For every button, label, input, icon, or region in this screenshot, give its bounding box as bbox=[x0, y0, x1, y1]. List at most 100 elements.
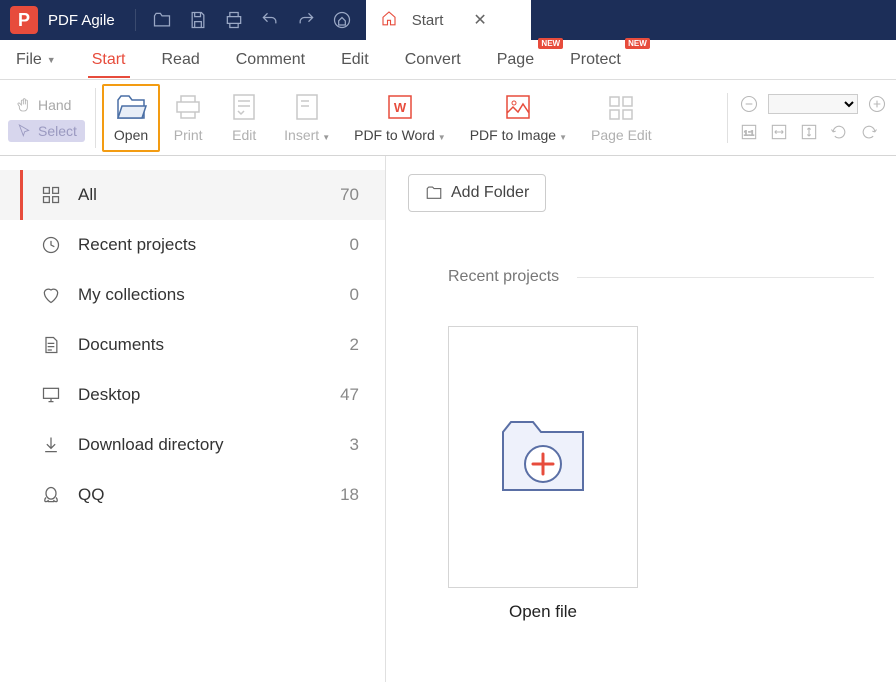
qq-icon bbox=[40, 484, 62, 506]
grid-icon bbox=[40, 184, 62, 206]
app-name: PDF Agile bbox=[48, 12, 115, 29]
sidebar-item-label: All bbox=[78, 185, 340, 205]
rotate-right-icon[interactable] bbox=[858, 121, 880, 143]
image-icon bbox=[502, 93, 534, 121]
download-icon bbox=[40, 434, 62, 456]
open-file-illustration bbox=[448, 326, 638, 588]
menubar: File▼ Start Read Comment Edit Convert Pa… bbox=[0, 40, 896, 80]
menu-comment[interactable]: Comment bbox=[232, 43, 309, 77]
edit-doc-icon bbox=[228, 93, 260, 121]
redo-icon[interactable] bbox=[294, 8, 318, 32]
select-label: Select bbox=[38, 123, 77, 139]
folder-plus-icon bbox=[425, 184, 443, 202]
home-icon bbox=[380, 9, 398, 31]
print-button[interactable]: Print bbox=[160, 84, 216, 152]
sidebar-item-label: My collections bbox=[78, 285, 350, 305]
start-tab[interactable]: Start ✕ bbox=[366, 0, 531, 40]
sidebar-item-count: 47 bbox=[340, 385, 359, 405]
document-icon bbox=[40, 334, 62, 356]
sidebar-item-recent[interactable]: Recent projects 0 bbox=[0, 220, 385, 270]
print-icon[interactable] bbox=[222, 8, 246, 32]
menu-read[interactable]: Read bbox=[158, 43, 204, 77]
open-folder-icon bbox=[115, 93, 147, 121]
sidebar-item-all[interactable]: All 70 bbox=[0, 170, 385, 220]
clock-icon bbox=[40, 234, 62, 256]
card-row: Open file bbox=[448, 326, 874, 622]
heart-icon bbox=[40, 284, 62, 306]
zoom-out-icon[interactable] bbox=[738, 93, 760, 115]
insert-label: Insert▼ bbox=[284, 127, 330, 143]
sidebar: All 70 Recent projects 0 My collections … bbox=[0, 156, 386, 682]
app-logo: P bbox=[10, 6, 38, 34]
menu-edit[interactable]: Edit bbox=[337, 43, 373, 77]
ribbon: Hand Select Open Print Edit Insert▼ W PD… bbox=[0, 80, 896, 156]
fit-page-icon[interactable]: 1:1 bbox=[738, 121, 760, 143]
sidebar-item-count: 0 bbox=[350, 235, 359, 255]
sidebar-item-count: 18 bbox=[340, 485, 359, 505]
sidebar-item-count: 0 bbox=[350, 285, 359, 305]
new-badge: NEW bbox=[538, 38, 563, 49]
fit-width-icon[interactable] bbox=[768, 121, 790, 143]
desktop-icon bbox=[40, 384, 62, 406]
page-edit-button[interactable]: Page Edit bbox=[579, 84, 664, 152]
new-badge: NEW bbox=[625, 38, 650, 49]
ribbon-right-group: 1:1 bbox=[727, 93, 888, 143]
pdf-to-word-label: PDF to Word▼ bbox=[354, 127, 446, 143]
hand-label: Hand bbox=[38, 97, 71, 113]
edit-button[interactable]: Edit bbox=[216, 84, 272, 152]
pdf-to-image-label: PDF to Image▼ bbox=[470, 127, 567, 143]
add-folder-button[interactable]: Add Folder bbox=[408, 174, 546, 212]
titlebar: P PDF Agile Start ✕ bbox=[0, 0, 896, 40]
menu-protect[interactable]: ProtectNEW bbox=[566, 43, 625, 77]
rotate-left-icon[interactable] bbox=[828, 121, 850, 143]
cursor-icon bbox=[16, 123, 32, 139]
menu-convert[interactable]: Convert bbox=[401, 43, 465, 77]
insert-button[interactable]: Insert▼ bbox=[272, 84, 342, 152]
sidebar-item-label: QQ bbox=[78, 485, 340, 505]
open-button[interactable]: Open bbox=[102, 84, 160, 152]
undo-icon[interactable] bbox=[258, 8, 282, 32]
hand-icon bbox=[16, 97, 32, 113]
tool-mode-group: Hand Select bbox=[8, 94, 89, 142]
pdf-to-image-button[interactable]: PDF to Image▼ bbox=[458, 84, 579, 152]
sidebar-item-count: 2 bbox=[350, 335, 359, 355]
section-recent-projects: Recent projects bbox=[448, 268, 874, 286]
menu-file[interactable]: File▼ bbox=[12, 43, 60, 77]
print-label: Print bbox=[174, 127, 203, 143]
sidebar-item-label: Documents bbox=[78, 335, 350, 355]
page-edit-label: Page Edit bbox=[591, 127, 652, 143]
hand-tool[interactable]: Hand bbox=[8, 94, 85, 116]
svg-text:1:1: 1:1 bbox=[744, 128, 754, 137]
save-icon[interactable] bbox=[186, 8, 210, 32]
sidebar-item-qq[interactable]: QQ 18 bbox=[0, 470, 385, 520]
fit-height-icon[interactable] bbox=[798, 121, 820, 143]
page-edit-icon bbox=[605, 93, 637, 121]
svg-text:W: W bbox=[394, 100, 407, 115]
titlebar-separator bbox=[135, 9, 136, 31]
add-folder-label: Add Folder bbox=[451, 184, 529, 202]
sidebar-item-label: Recent projects bbox=[78, 235, 350, 255]
sidebar-item-label: Desktop bbox=[78, 385, 340, 405]
start-tab-label: Start bbox=[412, 12, 444, 29]
word-icon: W bbox=[384, 93, 416, 121]
home-quick-icon[interactable] bbox=[330, 8, 354, 32]
open-label: Open bbox=[114, 127, 148, 143]
menu-page[interactable]: PageNEW bbox=[493, 43, 538, 77]
sidebar-item-label: Download directory bbox=[78, 435, 350, 455]
zoom-in-icon[interactable] bbox=[866, 93, 888, 115]
folder-open-icon[interactable] bbox=[150, 8, 174, 32]
insert-icon bbox=[291, 93, 323, 121]
sidebar-item-count: 3 bbox=[350, 435, 359, 455]
pdf-to-word-button[interactable]: W PDF to Word▼ bbox=[342, 84, 458, 152]
zoom-select[interactable] bbox=[768, 94, 858, 114]
sidebar-item-downloads[interactable]: Download directory 3 bbox=[0, 420, 385, 470]
open-file-card[interactable]: Open file bbox=[448, 326, 638, 622]
sidebar-item-documents[interactable]: Documents 2 bbox=[0, 320, 385, 370]
sidebar-item-collections[interactable]: My collections 0 bbox=[0, 270, 385, 320]
print-icon bbox=[172, 93, 204, 121]
ribbon-separator bbox=[95, 88, 96, 148]
close-tab-icon[interactable]: ✕ bbox=[473, 10, 486, 30]
menu-start[interactable]: Start bbox=[88, 43, 130, 77]
sidebar-item-desktop[interactable]: Desktop 47 bbox=[0, 370, 385, 420]
select-tool[interactable]: Select bbox=[8, 120, 85, 142]
